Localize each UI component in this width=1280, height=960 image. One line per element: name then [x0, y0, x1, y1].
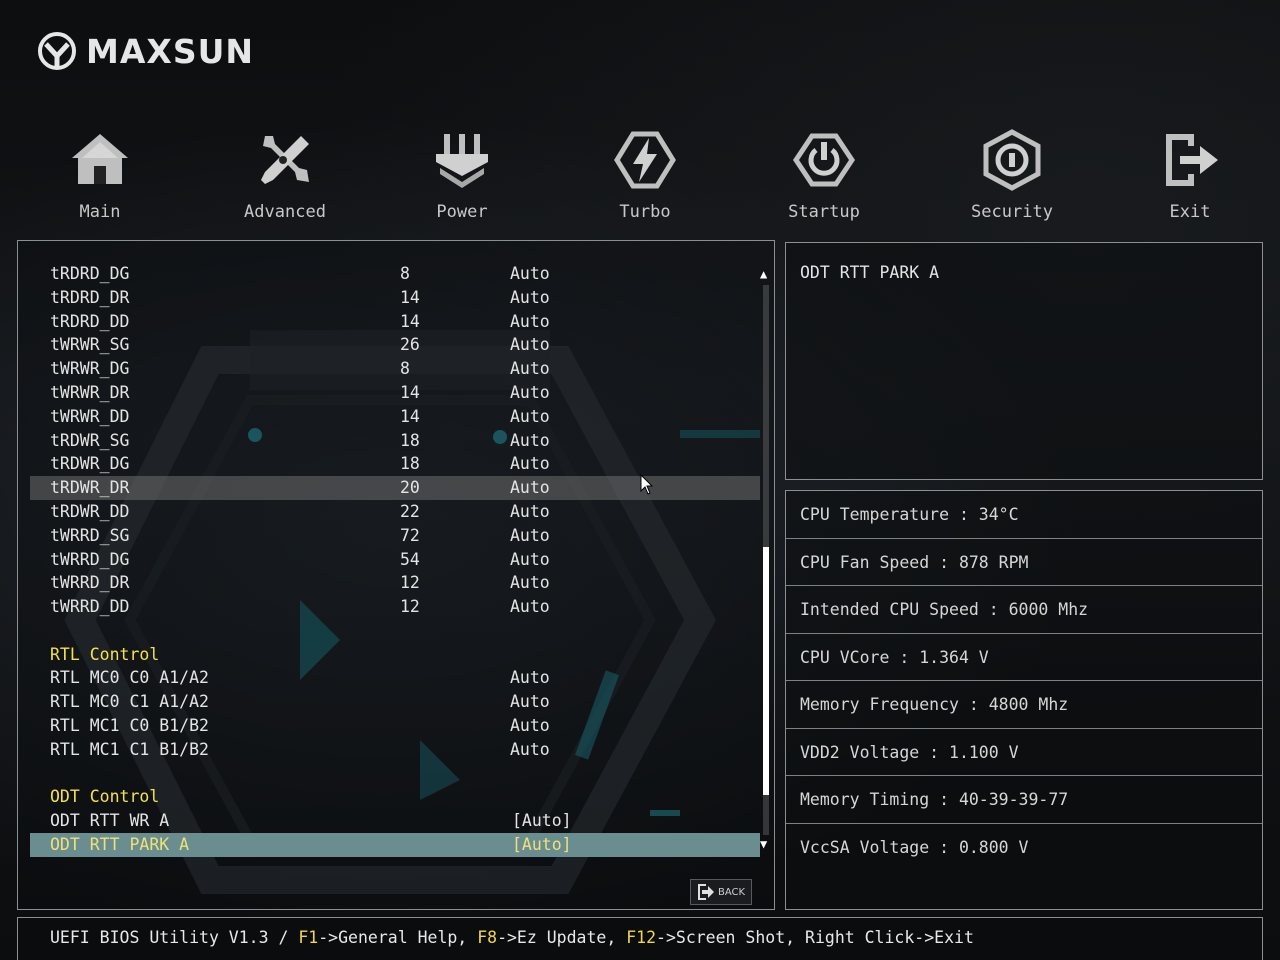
setting-row-trdrd-dd[interactable]: tRDRD_DD 14 Auto [30, 310, 760, 334]
stat-cpu-vcore: CPU VCore : 1.364 V [786, 634, 1262, 681]
nav-security[interactable]: Security [952, 128, 1072, 222]
stat-intended-cpu-speed: Intended CPU Speed : 6000 Mhz [786, 586, 1262, 634]
back-arrow-icon [697, 884, 714, 900]
stat-cpu-temperature: CPU Temperature : 34°C [786, 491, 1262, 539]
status-bar: UEFI BIOS Utility V1.3 / F1->General Hel… [17, 917, 1263, 960]
tools-icon [261, 136, 309, 184]
setting-row-twrwr-sg[interactable]: tWRWR_SG 26 Auto [30, 333, 760, 357]
mouse-cursor-icon [640, 474, 654, 495]
f1-key: F1 [298, 928, 319, 947]
setting-row-rtl-mc0-c1[interactable]: RTL MC0 C1 A1/A2 Auto [30, 690, 760, 714]
f12-key: F12 [626, 928, 657, 947]
setting-row-odt-rtt-wr-a[interactable]: ODT RTT WR A [Auto] [30, 809, 760, 833]
stat-vccsa-voltage: VccSA Voltage : 0.800 V [800, 837, 1029, 857]
nav-advanced[interactable]: Advanced [225, 128, 345, 222]
status-help-line: UEFI BIOS Utility V1.3 / F1->General Hel… [50, 928, 974, 947]
setting-row-trdwr-dd[interactable]: tRDWR_DD 22 Auto [30, 500, 760, 524]
setting-row-twrrd-dg[interactable]: tWRRD_DG 54 Auto [30, 548, 760, 572]
setting-row-trdrd-dg[interactable]: tRDRD_DG 8 Auto [30, 262, 760, 286]
setting-row-twrrd-dd[interactable]: tWRRD_DD 12 Auto [30, 595, 760, 619]
maxsun-logo-icon [38, 32, 76, 70]
lightning-icon [614, 131, 676, 189]
setting-row-rtl-mc0-c0[interactable]: RTL MC0 C0 A1/A2 Auto [30, 666, 760, 690]
power-plug-icon [436, 134, 488, 188]
help-text: ODT RTT PARK A [800, 263, 940, 282]
nav-label-advanced: Advanced [244, 202, 326, 222]
back-label: BACK [717, 886, 746, 898]
scroll-thumb[interactable] [763, 547, 769, 795]
brand-logo: MAXSUN [36, 30, 254, 72]
top-navigation: Main Advanced Power Turbo Startup Securi… [0, 128, 1280, 228]
home-icon [72, 134, 128, 184]
nav-label-startup: Startup [788, 202, 860, 222]
nav-label-turbo: Turbo [619, 202, 671, 222]
setting-row-trdwr-sg[interactable]: tRDWR_SG 18 Auto [30, 429, 760, 453]
stat-cpu-fan-speed: CPU Fan Speed : 878 RPM [786, 539, 1262, 586]
setting-row-twrrd-sg[interactable]: tWRRD_SG 72 Auto [30, 524, 760, 548]
scroll-up-arrow-icon[interactable]: ▲ [760, 267, 767, 281]
nav-label-security: Security [971, 202, 1053, 222]
settings-list: tRDRD_DG 8 Auto tRDRD_DR 14 Auto tRDRD_D… [18, 241, 774, 909]
stat-memory-frequency: Memory Frequency : 4800 Mhz [786, 681, 1262, 729]
setting-row-trdrd-dr[interactable]: tRDRD_DR 14 Auto [30, 286, 760, 310]
setting-row-odt-rtt-park-a[interactable]: ODT RTT PARK A [Auto] [30, 833, 760, 857]
stat-vdd2-voltage: VDD2 Voltage : 1.100 V [786, 729, 1262, 776]
help-panel: ODT RTT PARK A [785, 242, 1263, 480]
setting-row-trdwr-dg[interactable]: tRDWR_DG 18 Auto [30, 452, 760, 476]
setting-row-twrwr-dr[interactable]: tWRWR_DR 14 Auto [30, 381, 760, 405]
f8-key: F8 [477, 928, 498, 947]
nav-startup[interactable]: Startup [764, 128, 884, 222]
nav-label-main: Main [79, 202, 121, 222]
setting-row-twrrd-dr[interactable]: tWRRD_DR 12 Auto [30, 571, 760, 595]
setting-row-twrwr-dg[interactable]: tWRWR_DG 8 Auto [30, 357, 760, 381]
setting-row-rtl-mc1-c0[interactable]: RTL MC1 C0 B1/B2 Auto [30, 714, 760, 738]
setting-row-twrwr-dd[interactable]: tWRWR_DD 14 Auto [30, 405, 760, 429]
nav-label-power: Power [436, 202, 488, 222]
scroll-down-arrow-icon[interactable]: ▼ [760, 837, 767, 851]
system-status-panel: CPU Temperature : 34°C CPU Fan Speed : 8… [785, 490, 1263, 910]
settings-scrollbar[interactable]: ▲ ▼ [759, 267, 773, 851]
brand-name: MAXSUN [86, 31, 255, 71]
scroll-track[interactable] [763, 285, 769, 835]
nav-main[interactable]: Main [40, 128, 160, 222]
exit-icon [1166, 134, 1218, 186]
nav-power[interactable]: Power [402, 128, 522, 222]
stat-memory-timing: Memory Timing : 40-39-39-77 [786, 776, 1262, 824]
startup-power-icon [792, 133, 856, 187]
shield-lock-icon [983, 129, 1041, 191]
nav-label-exit: Exit [1169, 202, 1211, 222]
section-title-rtl-control: RTL Control [50, 645, 160, 664]
nav-turbo[interactable]: Turbo [585, 128, 705, 222]
settings-panel: tRDRD_DG 8 Auto tRDRD_DR 14 Auto tRDRD_D… [17, 240, 775, 910]
setting-row-rtl-mc1-c1[interactable]: RTL MC1 C1 B1/B2 Auto [30, 738, 760, 762]
nav-exit[interactable]: Exit [1130, 128, 1250, 222]
section-title-odt-control: ODT Control [50, 787, 160, 806]
back-button[interactable]: BACK [690, 879, 752, 905]
